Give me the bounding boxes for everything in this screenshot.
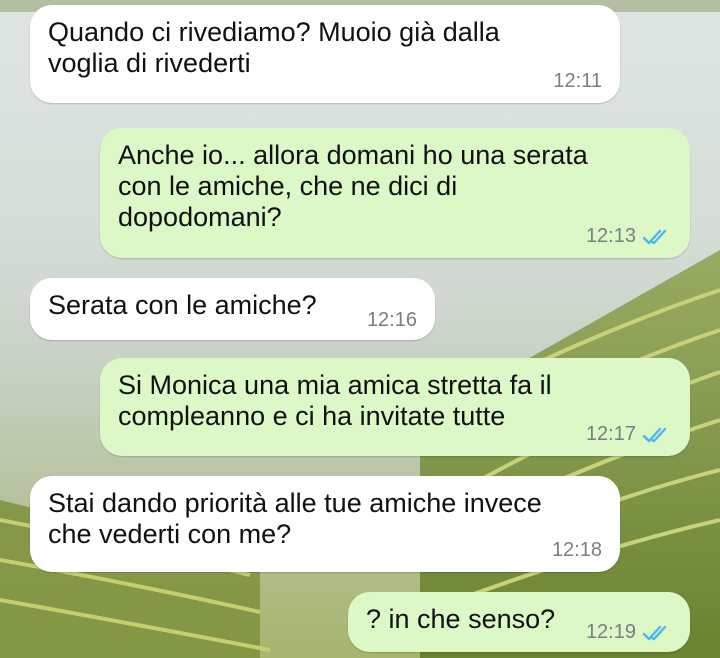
message-time: 12:17 [585,423,636,445]
message-text: Anche io... allora domani ho una serata … [118,140,588,232]
message-time: 12:19 [585,621,636,643]
incoming-message-bubble[interactable]: Serata con le amiche? 12:16 [30,278,435,340]
double-check-read-icon [642,228,672,246]
outgoing-message-bubble[interactable]: ? in che senso? 12:19 [348,592,690,652]
message-text: ? in che senso? [366,604,556,634]
message-text: Quando ci rivediamo? Muoio già dalla vog… [48,17,500,78]
message-meta: 12:16 [367,309,417,332]
message-text: Stai dando priorità alle tue amiche inve… [48,488,542,549]
message-time: 12:16 [366,309,417,331]
message-time: 12:11 [553,70,602,92]
double-check-read-icon [642,426,672,444]
message-meta: 12:18 [552,539,602,562]
outgoing-message-bubble[interactable]: Anche io... allora domani ho una serata … [100,128,690,258]
message-time: 12:13 [585,225,636,247]
message-text: Si Monica una mia amica stretta fa il co… [118,370,552,431]
incoming-message-bubble[interactable]: Quando ci rivediamo? Muoio già dalla vog… [30,5,620,103]
double-check-read-icon [642,624,672,642]
chat-message-list[interactable]: Quando ci rivediamo? Muoio già dalla vog… [0,0,720,658]
message-meta: 12:19 [586,621,672,644]
message-meta: 12:11 [553,70,602,93]
incoming-message-bubble[interactable]: Stai dando priorità alle tue amiche inve… [30,476,620,572]
message-text: Serata con le amiche? [48,290,317,320]
message-time: 12:18 [551,539,602,561]
message-meta: 12:13 [586,225,672,248]
outgoing-message-bubble[interactable]: Si Monica una mia amica stretta fa il co… [100,358,690,456]
message-meta: 12:17 [586,423,672,446]
